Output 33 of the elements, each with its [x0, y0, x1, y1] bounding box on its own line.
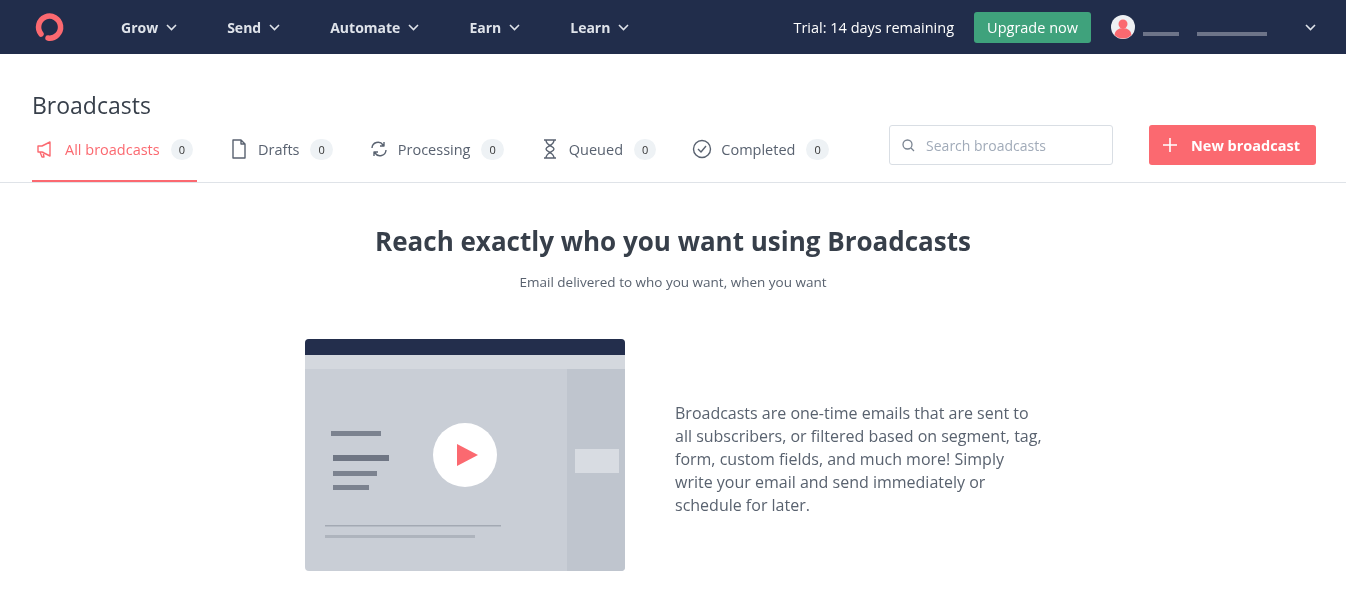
- empty-state-subheading: Email delivered to who you want, when you want: [518, 273, 828, 291]
- chevron-down-icon: [509, 23, 521, 31]
- search-field[interactable]: Search broadcasts: [889, 125, 1114, 165]
- nav-menu[interactable]: Learn: [570, 17, 630, 37]
- tab[interactable]: Processing 0: [364, 118, 508, 182]
- check-circle-icon: [692, 139, 713, 159]
- page-title: Broadcasts: [31, 88, 152, 118]
- nav-menu[interactable]: Grow: [121, 17, 178, 37]
- empty-state-heading: Reach exactly who you want using Broadcasts: [374, 223, 972, 259]
- avatar-icon[interactable]: [1111, 15, 1135, 39]
- chevron-down-icon: [1305, 23, 1316, 31]
- trial-notice: Trial: 14 days remaining: [793, 17, 955, 37]
- tab[interactable]: Drafts 0: [225, 118, 337, 182]
- nav-menu[interactable]: Earn: [469, 17, 521, 37]
- description: Broadcasts are one-time emails that are sent to all subscribers, or filtered based on segment, tag, form, custom fields, and much more! Simply write your email and send immediately or schedule for later.: [675, 401, 1043, 517]
- count-badge: 0: [481, 138, 504, 160]
- tab[interactable]: All broadcasts 0: [32, 118, 197, 182]
- document-icon: [229, 139, 249, 159]
- count-badge: 0: [310, 138, 333, 160]
- tab[interactable]: Queued 0: [535, 118, 661, 182]
- nav-menu[interactable]: Send: [227, 17, 281, 37]
- nav-menu[interactable]: Automate: [330, 17, 420, 37]
- plus-icon: [1163, 138, 1178, 152]
- count-badge: 0: [634, 138, 657, 160]
- play-button[interactable]: [433, 423, 497, 487]
- chevron-down-icon: [408, 23, 420, 31]
- chevron-down-icon: [166, 23, 178, 31]
- chevron-down-icon: [269, 23, 281, 31]
- chevron-down-icon: [618, 23, 630, 31]
- count-badge: 0: [170, 138, 193, 160]
- tab[interactable]: Completed 0: [688, 118, 833, 182]
- refresh-icon: [368, 139, 389, 159]
- count-badge: 0: [806, 138, 829, 160]
